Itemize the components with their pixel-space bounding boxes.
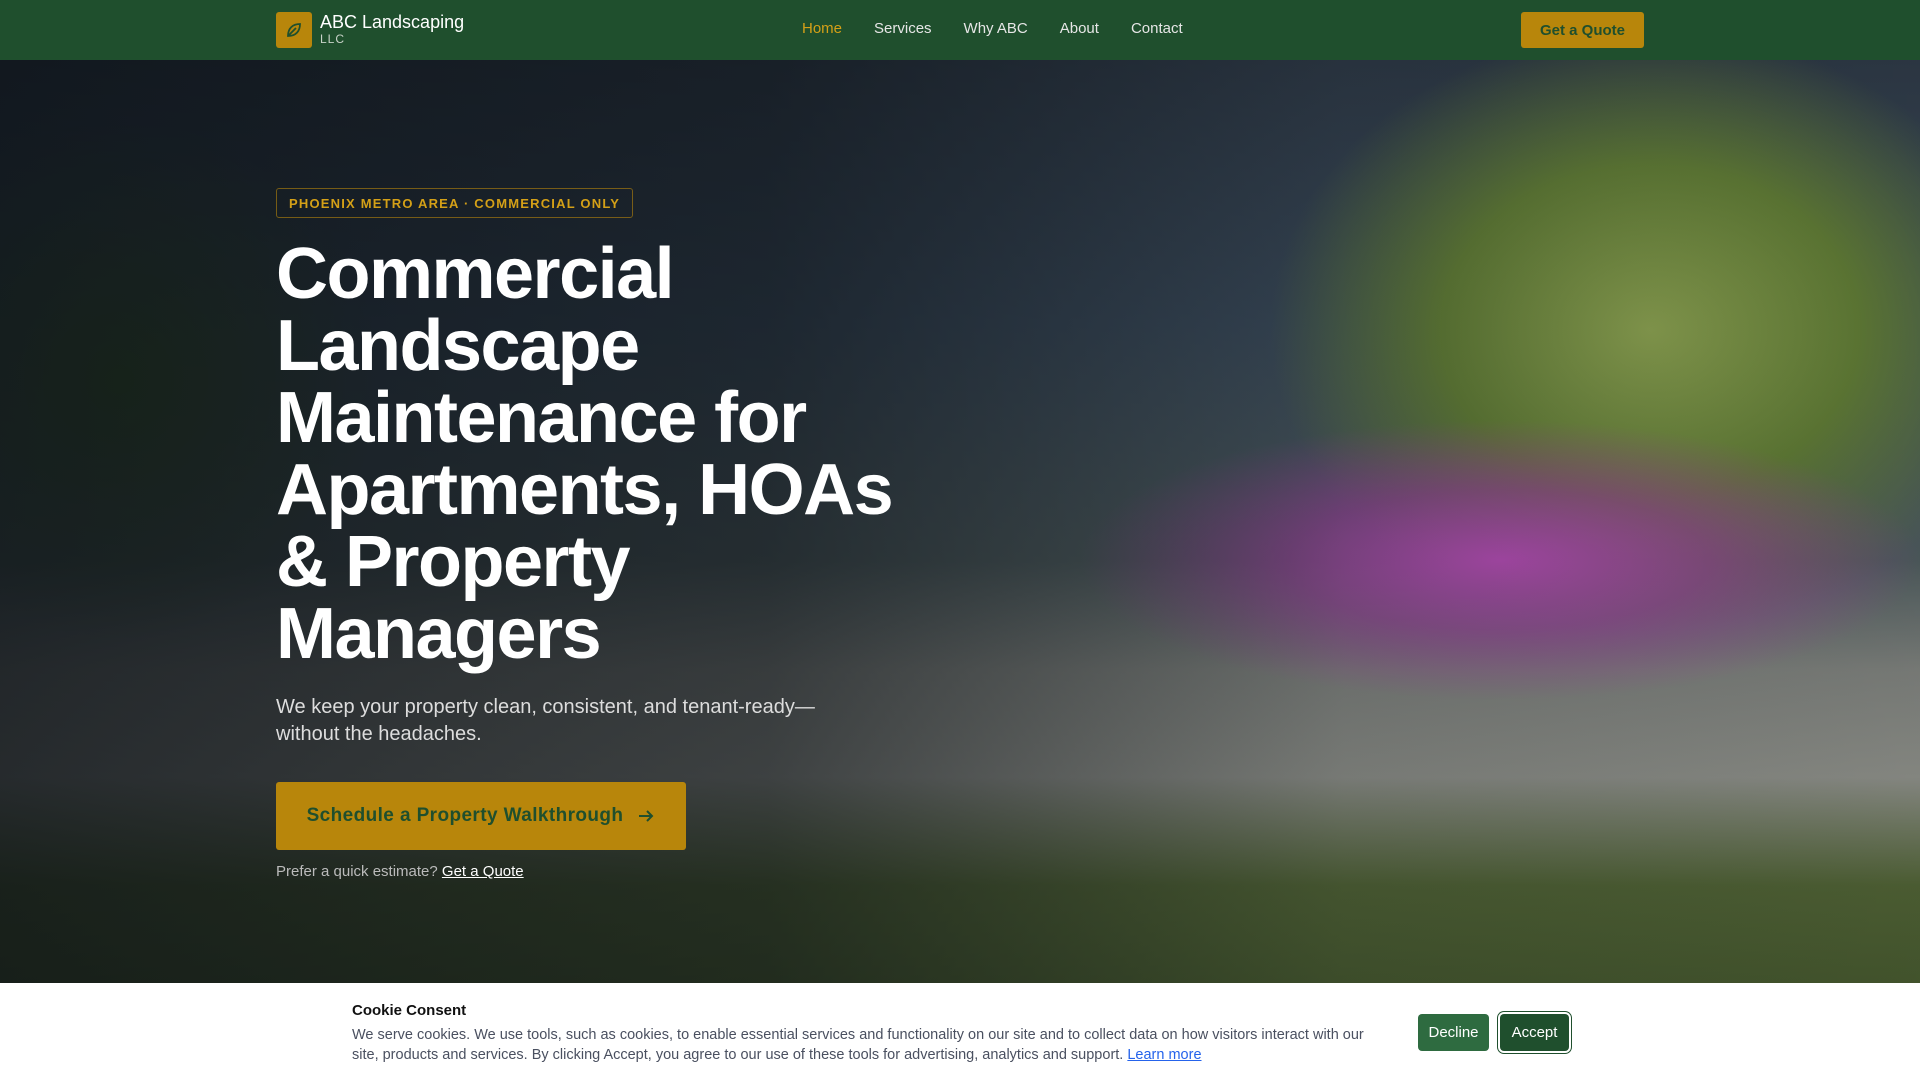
quick-estimate-text: Prefer a quick estimate? Get a Quote [276,863,524,880]
nav-link-about[interactable]: About [1060,20,1099,37]
brand-name[interactable]: ABC Landscaping LLC [320,12,464,46]
nav-link-why-abc[interactable]: Why ABC [964,20,1028,37]
nav-link-home[interactable]: Home [802,20,842,37]
navbar: ABC Landscaping LLC Home Services Why ABC… [0,0,1920,60]
leaf-logo-icon[interactable] [276,12,312,48]
hero-subtitle: We keep your property clean, consistent,… [276,696,815,745]
cta-label: Schedule a Property Walkthrough [306,805,624,826]
hero-title: Commercial Landscape Maintenance for Apa… [276,234,894,674]
service-area-badge: PHOENIX METRO AREA · COMMERCIAL ONLY [276,188,634,218]
learn-more-link[interactable]: Learn more [1127,1047,1201,1063]
quick-estimate-prefix: Prefer a quick estimate? [276,863,438,880]
nav-link-services[interactable]: Services [874,20,932,37]
schedule-walkthrough-button[interactable]: Schedule a Property Walkthrough [276,782,686,850]
brand-subtitle: LLC [320,32,346,46]
cookie-title: Cookie Consent [352,1002,467,1019]
get-quote-button[interactable]: Get a Quote [1521,12,1644,48]
arrow-right-icon [639,810,654,822]
cookie-text: We serve cookies. We use tools, such as … [352,1025,1372,1065]
brand-title: ABC Landscaping [320,12,465,32]
cookie-body: We serve cookies. We use tools, such as … [352,1027,1364,1063]
accept-button[interactable]: Accept [1500,1014,1569,1051]
cookie-consent-banner: Cookie Consent We serve cookies. We use … [0,983,1920,1080]
decline-button[interactable]: Decline [1418,1014,1489,1051]
get-quote-link[interactable]: Get a Quote [442,863,524,880]
nav-links: Home Services Why ABC About Contact [802,20,1183,37]
nav-link-contact[interactable]: Contact [1131,20,1183,37]
